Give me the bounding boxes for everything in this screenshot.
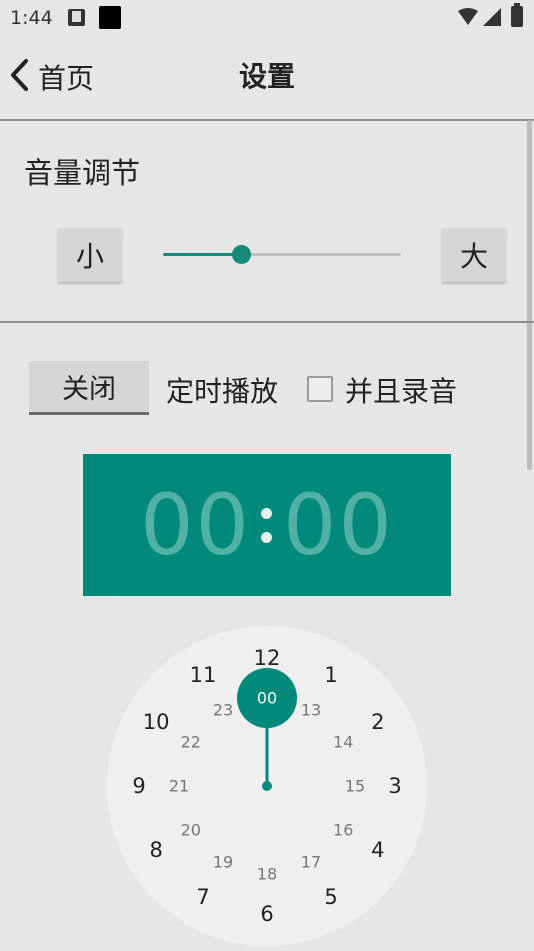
- timer-toggle-button[interactable]: 关闭: [29, 361, 149, 415]
- clock-numbers[interactable]: 121234567891011001314151617181920212223: [107, 626, 427, 946]
- clock-hour-16[interactable]: 16: [333, 821, 353, 840]
- volume-slider[interactable]: [163, 244, 401, 266]
- clock-hour-5[interactable]: 5: [324, 885, 337, 909]
- clock-hour-15[interactable]: 15: [345, 777, 365, 796]
- clock-hour-3[interactable]: 3: [388, 774, 401, 798]
- clock-hour-7[interactable]: 7: [196, 885, 209, 909]
- app-header: 设置 首页: [0, 38, 534, 121]
- volume-down-button[interactable]: 小: [58, 228, 122, 282]
- clock-hour-13[interactable]: 13: [301, 700, 321, 719]
- notification-a-icon: [68, 9, 85, 26]
- slider-fill: [163, 253, 242, 256]
- time-display: 00 00: [83, 454, 451, 596]
- clock-hour-10[interactable]: 10: [143, 710, 170, 734]
- wifi-icon: [457, 8, 479, 30]
- clock-hour-4[interactable]: 4: [371, 838, 384, 862]
- chevron-left-icon: [8, 58, 30, 96]
- clock-center: [262, 781, 272, 791]
- section-divider: [0, 321, 534, 323]
- clock-hour-22[interactable]: 22: [181, 733, 201, 752]
- clock-hour-14[interactable]: 14: [333, 733, 353, 752]
- clock-dial[interactable]: 12 1 2 3 4 5 6 7 8 9 10 11 00 13 14 15 16 17 18 19 20 21 22 23: [107, 626, 427, 946]
- time-separator: [253, 490, 281, 560]
- record-label: 并且录音: [345, 375, 458, 408]
- clock-hour-8[interactable]: 8: [149, 838, 162, 862]
- clock-hour-1[interactable]: 1: [324, 663, 337, 687]
- battery-icon: [511, 3, 523, 27]
- clock-hour-2[interactable]: 2: [371, 710, 384, 734]
- volume-up-button[interactable]: 大: [442, 228, 506, 282]
- hour-display[interactable]: 00: [140, 476, 251, 574]
- clock-hour-6[interactable]: 6: [260, 902, 273, 926]
- clock-hour-17[interactable]: 17: [301, 853, 321, 872]
- clock-hour-21[interactable]: 21: [169, 777, 189, 796]
- minute-display[interactable]: 00: [283, 476, 394, 574]
- scrollbar[interactable]: [527, 120, 532, 470]
- clock-hour-19[interactable]: 19: [213, 853, 233, 872]
- clock-hour-23[interactable]: 23: [213, 700, 233, 719]
- back-button[interactable]: 首页: [8, 52, 128, 102]
- clock-hour-18[interactable]: 18: [257, 865, 277, 884]
- clock-hour-00[interactable]: 00: [257, 689, 277, 708]
- timed-play-label: 定时播放: [166, 375, 279, 408]
- clock-hour-20[interactable]: 20: [181, 821, 201, 840]
- clock-hour-9[interactable]: 9: [132, 774, 145, 798]
- slider-thumb[interactable]: [231, 245, 251, 264]
- clock-hour-12[interactable]: 12: [254, 646, 281, 670]
- status-time: 1:44: [10, 7, 53, 29]
- signal-icon: [482, 7, 502, 31]
- clock-hour-11[interactable]: 11: [190, 663, 217, 687]
- record-checkbox[interactable]: [307, 376, 333, 402]
- volume-section-title: 音量调节: [24, 156, 141, 190]
- notification-square-icon: [99, 6, 121, 29]
- status-bar: 1:44: [0, 0, 534, 38]
- time-picker-header: 00 00: [83, 454, 451, 596]
- back-label: 首页: [38, 62, 95, 95]
